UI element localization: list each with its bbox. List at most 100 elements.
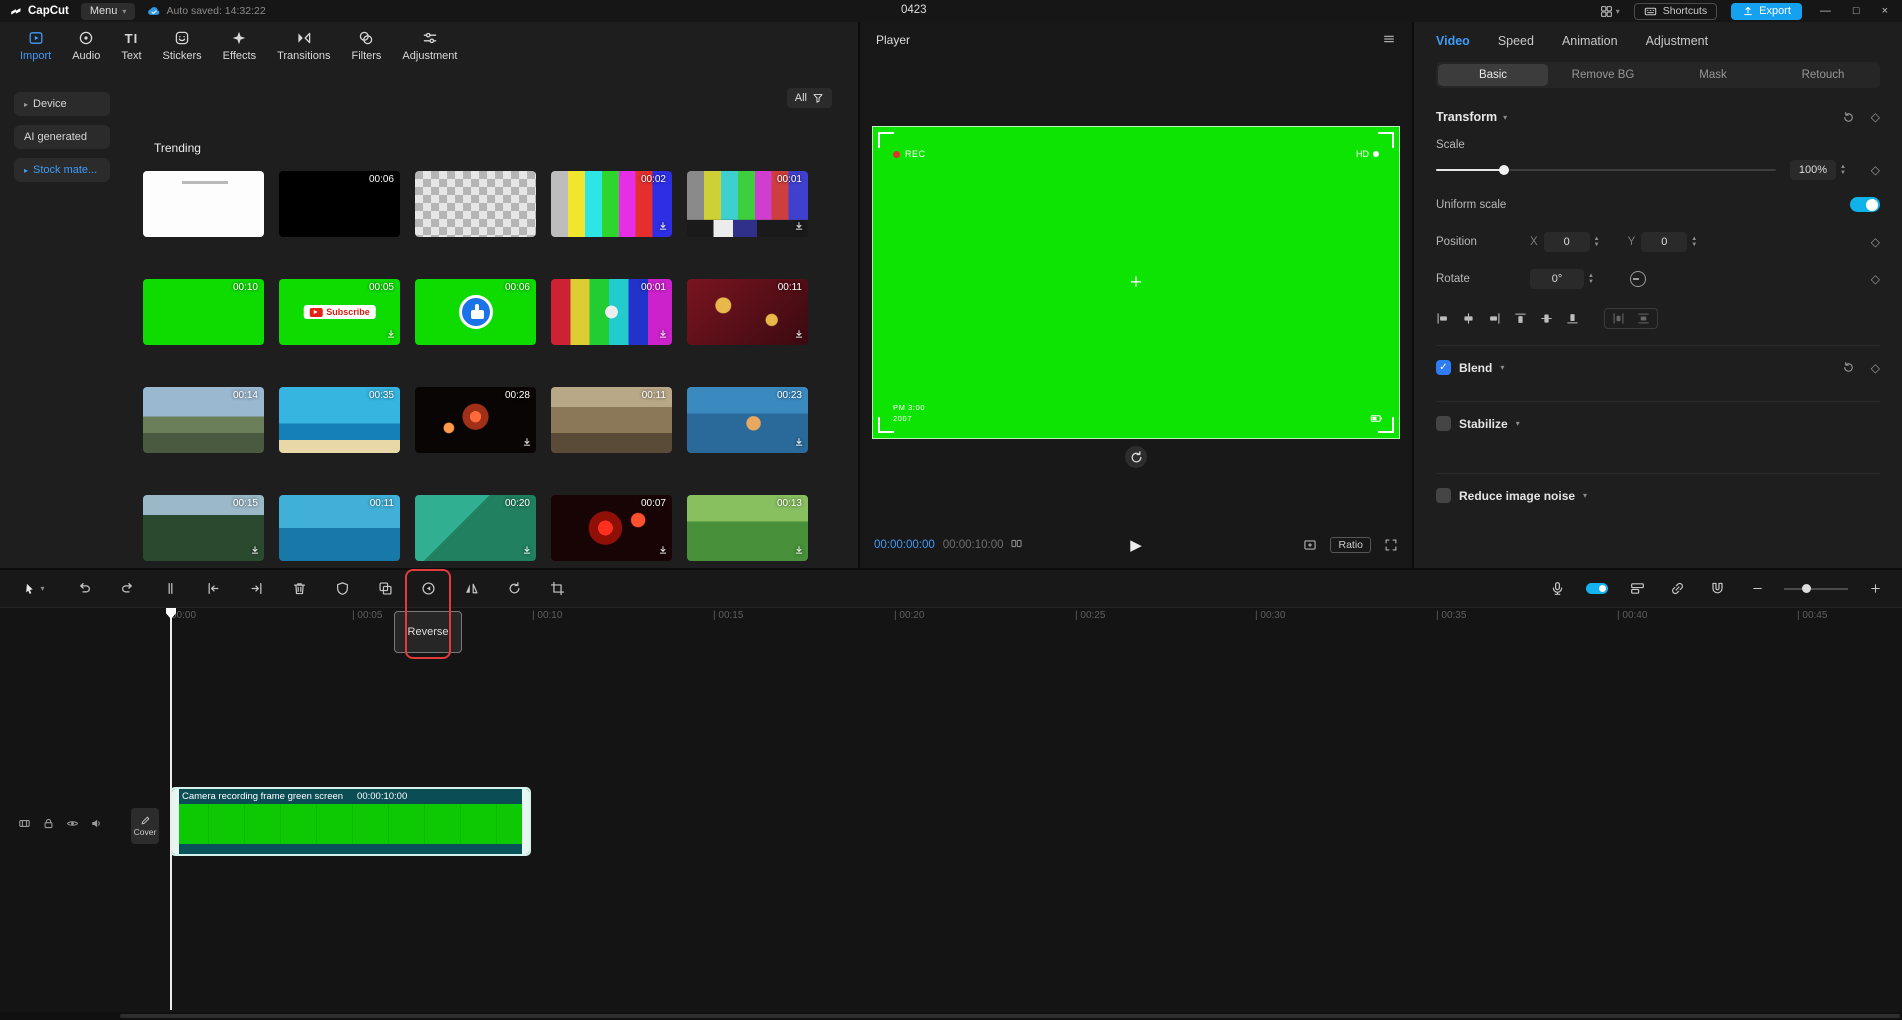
stock-thumbnail-forest[interactable]: 00:15	[143, 495, 264, 561]
zoom-out-button[interactable]	[1744, 575, 1770, 603]
blend-keyframe-button[interactable]: ◇	[1871, 361, 1880, 375]
stock-thumbnail-green-screen[interactable]: 00:10	[143, 279, 264, 345]
stock-thumbnail-color-bars[interactable]: 00:02	[551, 171, 672, 237]
transform-keyframe-button[interactable]: ◇	[1871, 110, 1880, 124]
clip-left-handle[interactable]	[172, 789, 179, 854]
delete-button[interactable]	[286, 575, 312, 603]
zoom-slider-handle[interactable]	[1802, 584, 1811, 593]
stock-thumbnail-town[interactable]: 00:14	[143, 387, 264, 453]
stock-thumbnail-red-fireworks[interactable]: 00:07	[551, 495, 672, 561]
stock-thumbnail-color-bars-muted[interactable]: 00:01	[687, 171, 808, 237]
properties-tab-video[interactable]: Video	[1436, 34, 1470, 48]
stock-thumbnail-test-card[interactable]: 00:01	[551, 279, 672, 345]
rotate-button[interactable]	[501, 575, 527, 603]
media-tab-text[interactable]: TIText	[119, 29, 143, 62]
zoom-in-button[interactable]	[1862, 575, 1888, 603]
download-icon[interactable]	[793, 436, 805, 451]
reset-transform-button[interactable]	[1842, 111, 1855, 124]
subtab-mask[interactable]: Mask	[1658, 64, 1768, 86]
undo-button[interactable]	[71, 575, 97, 603]
download-icon[interactable]	[521, 544, 533, 559]
playhead[interactable]	[170, 604, 172, 1010]
reset-blend-button[interactable]	[1842, 361, 1855, 374]
align-middle-button[interactable]	[1540, 312, 1553, 325]
subtab-retouch[interactable]: Retouch	[1768, 64, 1878, 86]
position-keyframe-button[interactable]: ◇	[1871, 235, 1880, 249]
align-top-button[interactable]	[1514, 312, 1527, 325]
stock-thumbnail-christmas[interactable]: 00:11	[687, 279, 808, 345]
close-button[interactable]: ×	[1878, 5, 1892, 17]
sidebar-item-stock-mate[interactable]: ▸Stock mate...	[14, 158, 110, 182]
reverse-button[interactable]: Reverse	[415, 575, 441, 603]
scale-keyframe-button[interactable]: ◇	[1871, 163, 1880, 177]
align-left-button[interactable]	[1436, 312, 1449, 325]
play-button[interactable]: ▶	[1130, 536, 1142, 554]
redo-button[interactable]	[114, 575, 140, 603]
stock-thumbnail-fireworks[interactable]: 00:28	[415, 387, 536, 453]
stock-thumbnail-park[interactable]: 00:13	[687, 495, 808, 561]
download-icon[interactable]	[249, 544, 261, 559]
player-menu-button[interactable]	[1382, 32, 1396, 49]
media-tab-audio[interactable]: Audio	[70, 29, 102, 62]
minimize-button[interactable]: —	[1816, 5, 1835, 17]
stock-thumbnail-white-card[interactable]	[143, 171, 264, 237]
reduce-noise-checkbox[interactable]: ✓	[1436, 488, 1451, 503]
stock-thumbnail-sea[interactable]: 00:11	[279, 495, 400, 561]
media-tab-effects[interactable]: Effects	[221, 29, 258, 62]
download-icon[interactable]	[793, 220, 805, 235]
rotate-stepper[interactable]: ▲▼	[1588, 274, 1594, 285]
download-icon[interactable]	[385, 328, 397, 343]
rotate-knob[interactable]	[1630, 271, 1646, 287]
mic-button[interactable]	[1544, 575, 1570, 603]
export-button[interactable]: Export	[1731, 3, 1802, 20]
stock-thumbnail-beach[interactable]: 00:35	[279, 387, 400, 453]
filter-all-button[interactable]: All	[787, 88, 832, 108]
video-preview[interactable]: REC HD PM 3:002007 +	[872, 126, 1400, 439]
snap-button[interactable]	[1704, 575, 1730, 603]
scale-slider-handle[interactable]	[1499, 165, 1509, 175]
sidebar-item-ai-generated[interactable]: AI generated	[14, 125, 110, 149]
timeline-ruler[interactable]: 00:00| 00:05| 00:10| 00:15| 00:20| 00:25…	[0, 610, 1902, 630]
split-button[interactable]	[157, 575, 183, 603]
timeline-scrollbar-thumb[interactable]	[120, 1014, 1900, 1018]
uniform-scale-toggle[interactable]	[1850, 197, 1880, 212]
rotate-keyframe-button[interactable]: ◇	[1871, 272, 1880, 286]
subtab-remove-bg[interactable]: Remove BG	[1548, 64, 1658, 86]
mirror-button[interactable]	[458, 575, 484, 603]
crop-button[interactable]	[544, 575, 570, 603]
caret-down-icon[interactable]: ▾	[1500, 363, 1504, 372]
stock-thumbnail-pool[interactable]: 00:20	[415, 495, 536, 561]
stock-thumbnail-green-subscribe[interactable]: Subscribe00:05	[279, 279, 400, 345]
download-icon[interactable]	[657, 220, 669, 235]
layout-button[interactable]: ▾	[1600, 5, 1620, 18]
timeline-zoom-slider[interactable]	[1784, 582, 1848, 596]
download-icon[interactable]	[793, 328, 805, 343]
rotate-input[interactable]: 0°	[1530, 269, 1584, 289]
download-icon[interactable]	[657, 328, 669, 343]
timeline-clip[interactable]: Camera recording frame green screen 00:0…	[170, 787, 531, 856]
cover-button[interactable]: Cover	[131, 808, 159, 844]
align-right-button[interactable]	[1488, 312, 1501, 325]
download-icon[interactable]	[657, 544, 669, 559]
fullscreen-button[interactable]	[1384, 538, 1398, 552]
sidebar-item-device[interactable]: ▸Device	[14, 92, 110, 116]
scale-slider[interactable]	[1436, 164, 1776, 176]
clip-right-handle[interactable]	[522, 789, 529, 854]
position-x-stepper[interactable]: ▲▼	[1594, 237, 1600, 248]
position-y-input[interactable]: 0	[1641, 232, 1687, 252]
mute-button[interactable]	[90, 817, 103, 830]
timeline-scrollbar[interactable]	[0, 1012, 1902, 1020]
download-icon[interactable]	[793, 544, 805, 559]
ripple-toggle-button[interactable]	[1584, 575, 1610, 603]
stabilize-checkbox[interactable]: ✓	[1436, 416, 1451, 431]
maximize-button[interactable]: □	[1849, 5, 1864, 17]
rotate-handle[interactable]	[1125, 446, 1147, 468]
lock-button[interactable]	[42, 817, 55, 830]
stock-thumbnail-black[interactable]: 00:06	[279, 171, 400, 237]
menu-button[interactable]: Menu▾	[81, 3, 136, 20]
trim-right-button[interactable]	[243, 575, 269, 603]
position-y-stepper[interactable]: ▲▼	[1691, 237, 1697, 248]
stock-thumbnail-green-like[interactable]: 00:06	[415, 279, 536, 345]
media-tab-import[interactable]: Import	[18, 29, 53, 62]
download-icon[interactable]	[521, 436, 533, 451]
